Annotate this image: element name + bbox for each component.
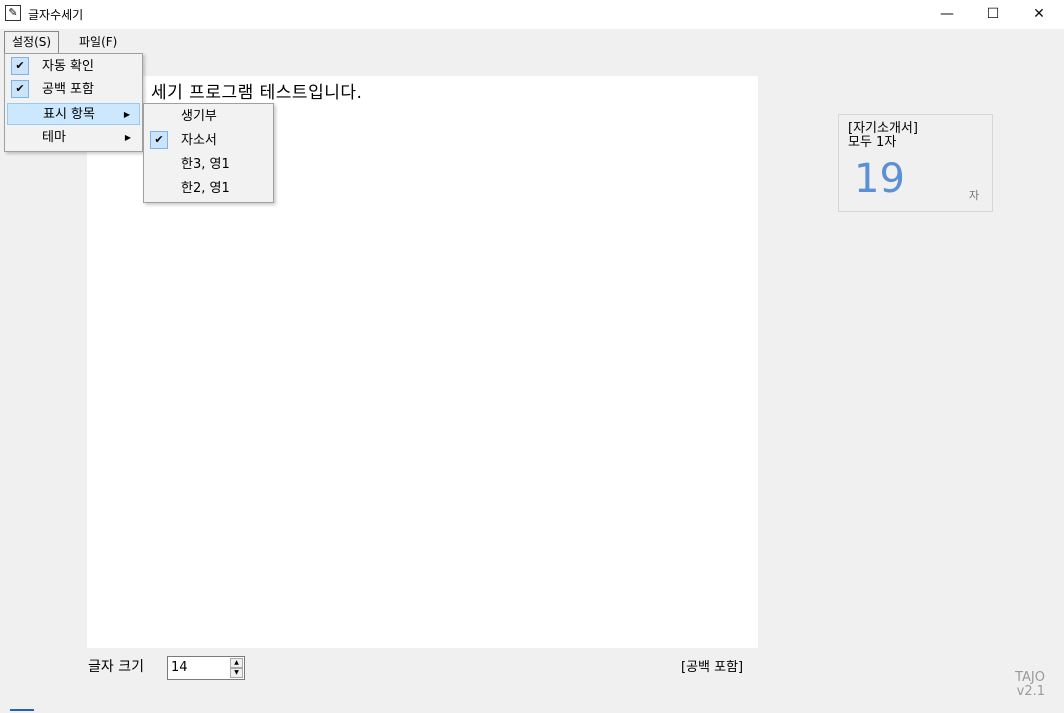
brand-version: v2.1 xyxy=(1016,684,1045,699)
submenu-item-label: 한2, 영1 xyxy=(181,181,230,196)
settings-dropdown: ✔ 자동 확인 ✔ 공백 포함 표시 항목 ▶ 테마 ▶ xyxy=(4,53,143,152)
submenu-item-self-intro[interactable]: ✔ 자소서 xyxy=(146,130,271,152)
checkmark-icon: ✔ xyxy=(150,131,168,149)
spin-down-button[interactable]: ▼ xyxy=(230,668,243,678)
menu-item-auto-check[interactable]: ✔ 자동 확인 xyxy=(7,56,140,78)
taskbar-indicator xyxy=(10,709,34,711)
count-unit: 자 xyxy=(969,189,980,202)
submenu-item-ko3-en1[interactable]: 한3, 영1 xyxy=(146,154,271,176)
count-category: [자기소개서] xyxy=(848,121,918,136)
brand-logo: TAJO v2.1 xyxy=(1005,671,1045,699)
bottom-strip xyxy=(0,707,1064,713)
app-pencil-icon: ✎ xyxy=(5,5,21,21)
menu-item-label: 표시 항목 xyxy=(43,107,95,122)
brand-name: TAJO xyxy=(1015,670,1045,685)
submenu-item-label: 한3, 영1 xyxy=(181,157,230,172)
checkmark-icon: ✔ xyxy=(11,80,29,98)
menu-item-display-items[interactable]: 표시 항목 ▶ xyxy=(7,103,140,125)
menu-item-label: 자동 확인 xyxy=(42,59,94,74)
minimize-icon: — xyxy=(940,6,954,22)
menu-item-include-spaces[interactable]: ✔ 공백 포함 xyxy=(7,79,140,101)
menu-item-theme[interactable]: 테마 ▶ xyxy=(7,127,140,149)
menu-bar: 설정(S) 파일(F) xyxy=(0,29,1064,54)
submenu-item-school-record[interactable]: 생기부 xyxy=(146,106,271,128)
count-subtitle: 모두 1자 xyxy=(848,135,897,150)
menu-file[interactable]: 파일(F) xyxy=(72,32,124,52)
submenu-arrow-icon: ▶ xyxy=(123,110,130,119)
menu-settings[interactable]: 설정(S) xyxy=(4,31,60,54)
display-items-submenu: 생기부 ✔ 자소서 한3, 영1 한2, 영1 xyxy=(143,103,274,203)
font-size-label: 글자 크기 xyxy=(88,659,144,675)
close-icon: ✕ xyxy=(1033,6,1045,22)
spin-up-button[interactable]: ▲ xyxy=(230,658,243,668)
window-title: 글자수세기 xyxy=(28,8,84,22)
character-count: 19 xyxy=(854,156,905,202)
close-button[interactable]: ✕ xyxy=(1016,0,1062,29)
menu-item-label: 테마 xyxy=(42,130,66,145)
minimize-button[interactable]: — xyxy=(924,0,970,29)
submenu-item-label: 생기부 xyxy=(181,109,217,124)
checkmark-icon: ✔ xyxy=(11,57,29,75)
count-panel: [자기소개서] 모두 1자 19 자 xyxy=(838,114,993,212)
title-bar: ✎ 글자수세기 — ☐ ✕ xyxy=(0,0,1064,29)
submenu-arrow-icon: ▶ xyxy=(124,133,131,142)
maximize-button[interactable]: ☐ xyxy=(970,0,1016,29)
submenu-item-ko2-en1[interactable]: 한2, 영1 xyxy=(146,178,271,200)
maximize-icon: ☐ xyxy=(986,6,1000,22)
font-size-value: 14 xyxy=(171,660,188,675)
menu-item-label: 공백 포함 xyxy=(42,82,94,97)
space-status: [공백 포함] xyxy=(681,660,744,675)
font-size-stepper[interactable]: 14 ▲ ▼ xyxy=(167,656,245,680)
editor-text: 세기 프로그램 테스트입니다. xyxy=(151,83,363,103)
submenu-item-label: 자소서 xyxy=(181,133,217,148)
